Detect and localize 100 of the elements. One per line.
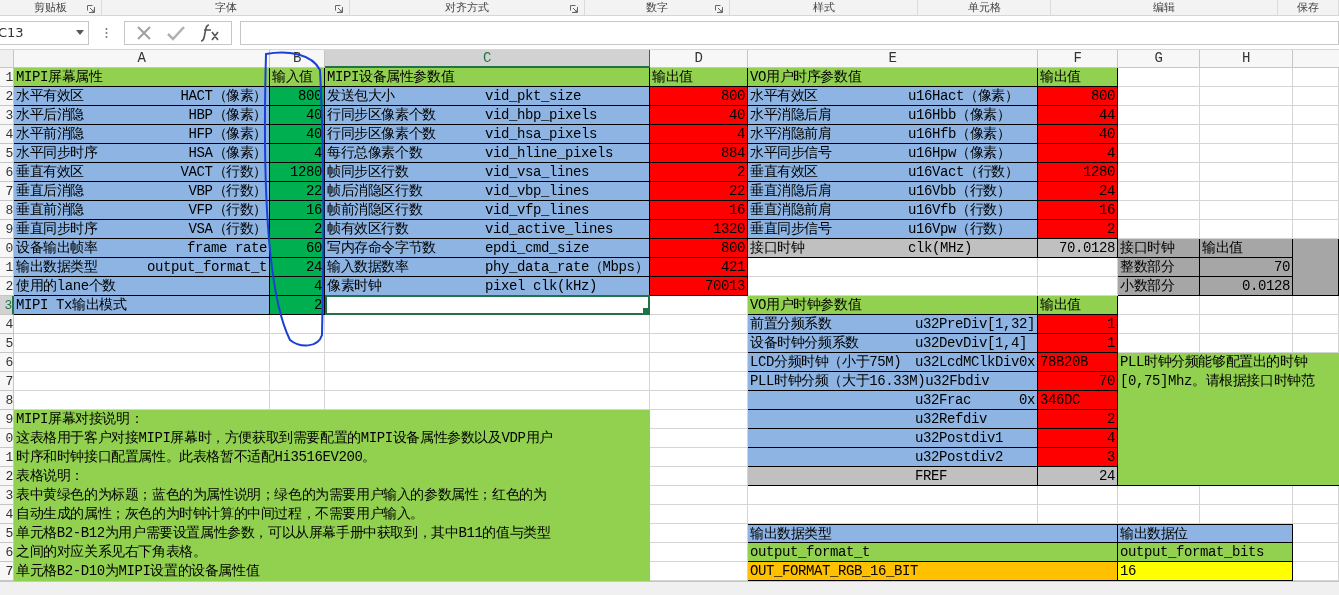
row-header[interactable]: 7 — [0, 182, 14, 201]
row-header[interactable]: 6 — [0, 163, 14, 182]
empty-cell[interactable] — [1293, 144, 1339, 163]
row-header[interactable]: 2 — [0, 277, 14, 296]
input-cell: 4 — [270, 277, 325, 296]
empty-cell[interactable] — [1293, 163, 1339, 182]
drag-handle-icon[interactable] — [105, 26, 108, 39]
select-all-corner[interactable] — [0, 50, 14, 68]
row-header[interactable]: 5 — [0, 524, 14, 543]
note-paragraph: 表格说明： — [16, 467, 85, 486]
row-header[interactable]: 1 — [0, 258, 14, 277]
empty-cell[interactable] — [1293, 201, 1339, 220]
row-header[interactable]: 4 — [0, 505, 14, 524]
label-text: 发送包大小 — [327, 87, 396, 105]
cancel-icon[interactable] — [136, 24, 153, 41]
label-text: 行同步区像素个数 — [327, 106, 437, 124]
label-text: 垂直有效区 — [750, 163, 819, 181]
empty-cell[interactable] — [1293, 125, 1339, 144]
column-header[interactable]: E — [748, 50, 1038, 68]
empty-cell[interactable] — [1293, 315, 1339, 334]
empty-cell[interactable] — [1200, 144, 1293, 163]
row-header[interactable]: 5 — [0, 334, 14, 353]
param-text: HBP（像素） — [188, 106, 267, 124]
empty-cell[interactable] — [1293, 87, 1339, 106]
empty-cell[interactable] — [325, 372, 650, 391]
row-header[interactable]: 2 — [0, 467, 14, 486]
column-header[interactable]: F — [1038, 50, 1118, 68]
label-text: PLL时钟分频（大于16.33M) — [750, 372, 926, 390]
row-header[interactable]: 6 — [0, 353, 14, 372]
label-text: 水平消隐前肩 — [750, 125, 833, 143]
row-header[interactable]: 3 — [0, 106, 14, 125]
bits-cell: 16 — [1118, 562, 1293, 581]
empty-cell[interactable] — [1293, 106, 1339, 125]
column-header[interactable] — [1293, 50, 1339, 68]
column-header[interactable]: H — [1200, 50, 1293, 68]
row-header[interactable]: 8 — [0, 391, 14, 410]
header-cell: 输出数据位 — [1118, 524, 1293, 543]
param-text: clk(MHz) — [908, 239, 972, 257]
row-header[interactable]: 0 — [0, 239, 14, 258]
row-header[interactable]: 0 — [0, 429, 14, 448]
output-cell: 4 — [650, 125, 748, 144]
empty-cell[interactable] — [1293, 505, 1339, 524]
label-text: 行同步区像素个数 — [327, 125, 437, 143]
empty-cell[interactable] — [1200, 163, 1293, 182]
row-header[interactable]: 3 — [0, 486, 14, 505]
empty-cell[interactable] — [270, 353, 325, 372]
header-cell: VO用户时序参数值 — [748, 68, 1038, 87]
row-header[interactable]: 9 — [0, 220, 14, 239]
row-header[interactable]: 2 — [0, 87, 14, 106]
empty-cell[interactable] — [1200, 87, 1293, 106]
ribbon-group-label: 对齐方式 — [445, 2, 489, 13]
function-icon[interactable] — [199, 23, 220, 42]
dialog-launcher-icon[interactable] — [335, 5, 343, 13]
row-header[interactable]: 3 — [0, 296, 14, 315]
row-header[interactable]: 4 — [0, 315, 14, 334]
dialog-launcher-icon[interactable] — [570, 5, 578, 13]
empty-cell[interactable] — [270, 334, 325, 353]
row-header[interactable]: 7 — [0, 562, 14, 581]
column-header[interactable]: C — [325, 50, 650, 68]
row-header[interactable]: 8 — [0, 201, 14, 220]
row-header[interactable]: 7 — [0, 372, 14, 391]
label-text: 水平有效区 — [750, 87, 819, 105]
empty-cell[interactable] — [325, 353, 650, 372]
column-header[interactable]: G — [1118, 50, 1200, 68]
empty-cell[interactable] — [1200, 182, 1293, 201]
check-icon[interactable] — [167, 24, 185, 41]
note-paragraph: MIPI屏幕对接说明： — [16, 410, 145, 429]
output-cell: 1 — [1038, 334, 1118, 353]
row-header[interactable]: 1 — [0, 68, 14, 87]
param-text: u32LcdMClkDiv — [915, 353, 1020, 371]
empty-cell[interactable] — [1200, 315, 1293, 334]
column-header[interactable]: D — [650, 50, 748, 68]
empty-cell[interactable] — [325, 315, 650, 334]
column-header[interactable]: A — [14, 50, 270, 68]
empty-cell[interactable] — [1200, 201, 1293, 220]
dialog-launcher-icon[interactable] — [715, 5, 723, 13]
row-header[interactable]: 6 — [0, 543, 14, 562]
param-text: u16Vfb（行数） — [908, 201, 1011, 219]
label-text: 垂直消隐前肩 — [750, 201, 833, 219]
label-text: MIPI Tx输出模式 — [16, 296, 127, 314]
empty-cell[interactable] — [270, 372, 325, 391]
empty-cell[interactable] — [1200, 125, 1293, 144]
label-text: 垂直后消隐 — [16, 182, 84, 200]
empty-cell[interactable] — [1200, 106, 1293, 125]
input-cell: 22 — [270, 182, 325, 201]
row-header[interactable]: 9 — [0, 410, 14, 429]
row-header[interactable]: 1 — [0, 448, 14, 467]
empty-cell[interactable] — [325, 334, 650, 353]
row-header[interactable]: 4 — [0, 125, 14, 144]
label-text: 帧有效区行数 — [327, 220, 410, 238]
row-header[interactable]: 5 — [0, 144, 14, 163]
dialog-launcher-icon[interactable] — [87, 5, 95, 13]
empty-cell[interactable] — [1293, 182, 1339, 201]
param-text: u32DevDiv[1,4] — [915, 334, 1028, 352]
cell-selection-frame[interactable] — [325, 295, 650, 315]
output-cell: 800 — [650, 87, 748, 106]
type-cell: OUT_FORMAT_RGB_16_BIT — [748, 562, 1118, 581]
dropdown-caret-icon[interactable] — [76, 30, 84, 35]
param-text: vid_pkt_size — [485, 87, 582, 105]
formula-input-field[interactable] — [240, 20, 1339, 45]
